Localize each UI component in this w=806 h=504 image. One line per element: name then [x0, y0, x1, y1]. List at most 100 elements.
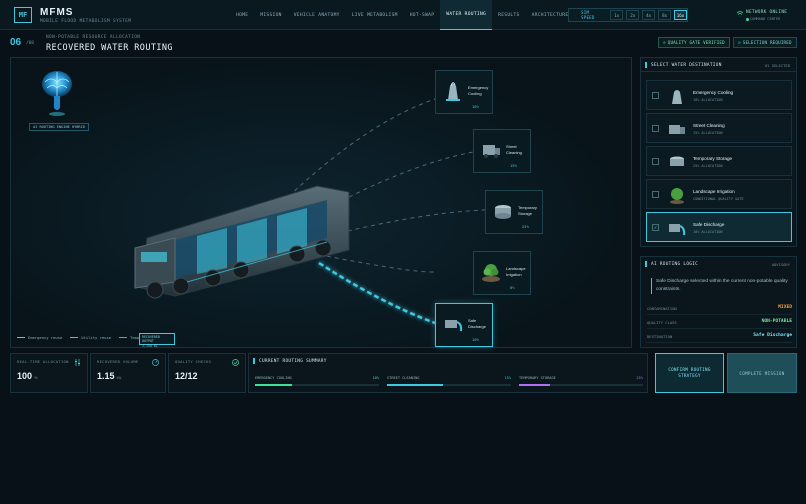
dest-card-safe-discharge[interactable]: Safe Discharge 10% [435, 303, 493, 347]
empty-footer [0, 398, 806, 504]
nav-mission[interactable]: MISSION [254, 0, 287, 30]
dest-card-landscape-irrigation[interactable]: Landscape Irrigation 0% [473, 251, 531, 295]
street-sweeper-icon [669, 125, 685, 134]
ai-logic-meta: ADVISORY [771, 262, 790, 267]
speed-1x-button[interactable]: 1x [610, 10, 624, 20]
speed-2x-button[interactable]: 2x [626, 10, 640, 20]
page-title: RECOVERED WATER ROUTING [46, 43, 173, 53]
option-street-cleaning[interactable]: Street Cleaning 15% ALLOCATION [646, 113, 792, 143]
gauge-icon [152, 359, 159, 366]
destination-selector-title: SELECT WATER DESTINATION [651, 63, 722, 68]
sim-speed-control: SIM SPEED 1x 2x 4x 8x 16x [568, 8, 688, 22]
legend-emergency: Emergency reuse [17, 335, 62, 340]
network-sub-label: COMMAND CENTER [750, 17, 781, 21]
option-temporary-storage[interactable]: Temporary Storage 25% ALLOCATION [646, 146, 792, 176]
logic-row-quality-class: QUALITY CLASS NON-POTABLE [647, 317, 792, 329]
plant-icon [670, 188, 684, 204]
ai-routing-engine-label: AI ROUTING ENGINE HYBRID [29, 123, 89, 131]
dest-pct: 0% [510, 285, 515, 290]
nav-hot-swap[interactable]: HOT-SWAP [404, 0, 441, 30]
dest-pct: 10% [472, 337, 479, 342]
recovered-output-value: 1,150 BL [142, 343, 158, 348]
legend-utility: Utility reuse [70, 335, 111, 340]
street-sweeper-icon [483, 145, 500, 158]
step-total: /08 [26, 41, 34, 46]
destination-selector-header: SELECT WATER DESTINATION 01 SELECTED [641, 58, 796, 72]
dest-card-street-cleaning[interactable]: Street Cleaning 15% [473, 129, 531, 173]
ai-logic-title: AI ROUTING LOGIC [651, 262, 699, 267]
option-checkbox[interactable] [652, 158, 659, 165]
routing-summary-title: CURRENT ROUTING SUMMARY [259, 359, 327, 364]
ai-brain-icon [42, 71, 72, 116]
dest-name: Temporary Storage [518, 205, 537, 216]
dest-pct: 25% [522, 224, 529, 229]
quality-gate-label: QUALITY GATE VERIFIED [667, 40, 725, 45]
check-circle-icon: ⊙ [663, 40, 666, 45]
selection-required-label: SELECTION REQUIRED [742, 40, 792, 45]
summary-bar-fill [255, 384, 293, 386]
network-online-dot [746, 17, 749, 21]
nav-home[interactable]: HOME [230, 0, 254, 30]
discharge-outlet-icon [445, 320, 463, 332]
selected-count: 01 SELECTED [764, 63, 790, 68]
dest-name: Safe Discharge [468, 318, 487, 329]
ai-logic-description: Safe Discharge selected within the curre… [651, 278, 791, 294]
cooling-tower-icon [446, 82, 460, 101]
stat-realtime-allocation: REAL-TIME ALLOCATION 100% [10, 353, 88, 393]
destination-selector: SELECT WATER DESTINATION 01 SELECTED Eme… [640, 57, 797, 247]
routing-summary: CURRENT ROUTING SUMMARY EMERGENCY COOLIN… [248, 353, 648, 393]
option-checkbox[interactable] [652, 92, 659, 99]
info-circle-icon: ⊙ [738, 40, 741, 45]
speed-4x-button[interactable]: 4x [642, 10, 656, 20]
summary-bar-fill [387, 384, 443, 386]
stat-quality-checks: QUALITY CHECKS 12/12 [168, 353, 246, 393]
app-title: MFMS [40, 7, 74, 18]
app-logo: MF [14, 7, 32, 23]
option-checkbox[interactable]: ✓ [652, 224, 659, 231]
nav-vehicle-anatomy[interactable]: VEHICLE ANATOMY [288, 0, 346, 30]
nav-results[interactable]: RESULTS [492, 0, 525, 30]
dest-card-temporary-storage[interactable]: Temporary Storage 25% [485, 190, 543, 234]
check-circle-icon [232, 359, 239, 366]
nav-live-metabolism[interactable]: LIVE METABOLISM [346, 0, 404, 30]
storage-tank-icon [495, 205, 511, 219]
dest-card-emergency-cooling[interactable]: Emergency Cooling 10% [435, 70, 493, 114]
nav-water-routing[interactable]: WATER ROUTING [440, 0, 493, 30]
complete-mission-button[interactable]: COMPLETE MISSION [727, 353, 797, 393]
dest-name: Emergency Cooling [468, 85, 489, 96]
option-landscape-irrigation[interactable]: Landscape Irrigation CONDITIONAL QUALITY… [646, 179, 792, 209]
speed-8x-button[interactable]: 8x [658, 10, 672, 20]
option-checkbox[interactable] [652, 125, 659, 132]
sim-speed-label: SIM SPEED [581, 10, 595, 20]
logic-row-destination: DESTINATION Safe Discharge [647, 331, 792, 343]
routing-scene: AI ROUTING ENGINE HYBRID Emergency Cooli… [10, 57, 632, 348]
main-nav: HOME MISSION VEHICLE ANATOMY LIVE METABO… [230, 0, 611, 30]
sliders-icon [75, 359, 80, 366]
storage-tank-icon [670, 156, 684, 166]
section-kicker: NON-POTABLE RESOURCE ALLOCATION [46, 35, 141, 40]
recovered-output-label: RECOVERED OUTPUT [142, 335, 160, 344]
stat-recovered-volume: RECOVERED VOLUME 1.15 ML [90, 353, 166, 393]
ai-routing-logic: AI ROUTING LOGIC ADVISORY Safe Discharge… [640, 256, 797, 348]
dest-name: Street Cleaning [506, 144, 522, 155]
summary-bar-fill [519, 384, 550, 386]
step-number: 06 [10, 37, 22, 48]
option-checkbox[interactable] [652, 191, 659, 198]
dest-name: Landscape Irrigation [506, 266, 526, 277]
app-subtitle: MOBILE FLOOD METABOLISM SYSTEM [40, 19, 132, 24]
option-emergency-cooling[interactable]: Emergency Cooling 10% ALLOCATION [646, 80, 792, 110]
speed-16x-button[interactable]: 16x [674, 10, 688, 20]
network-icon [736, 11, 744, 17]
logic-row-contamination: CONTAMINATION MIXED [647, 303, 792, 315]
flood-metabolism-truck [134, 185, 350, 299]
confirm-routing-button[interactable]: CONFIRM ROUTING STRATEGY [655, 353, 724, 393]
plant-icon [482, 264, 500, 282]
quality-gate-badge: ⊙ QUALITY GATE VERIFIED [658, 37, 730, 48]
cooling-tower-icon [672, 90, 682, 104]
option-safe-discharge[interactable]: ✓ Safe Discharge 10% ALLOCATION [646, 212, 792, 242]
dest-pct: 15% [510, 163, 517, 168]
discharge-outlet-icon [669, 224, 686, 236]
app-header: MF MFMS MOBILE FLOOD METABOLISM SYSTEM H… [0, 0, 806, 30]
selection-required-badge: ⊙ SELECTION REQUIRED [733, 37, 797, 48]
dest-pct: 10% [472, 104, 479, 109]
